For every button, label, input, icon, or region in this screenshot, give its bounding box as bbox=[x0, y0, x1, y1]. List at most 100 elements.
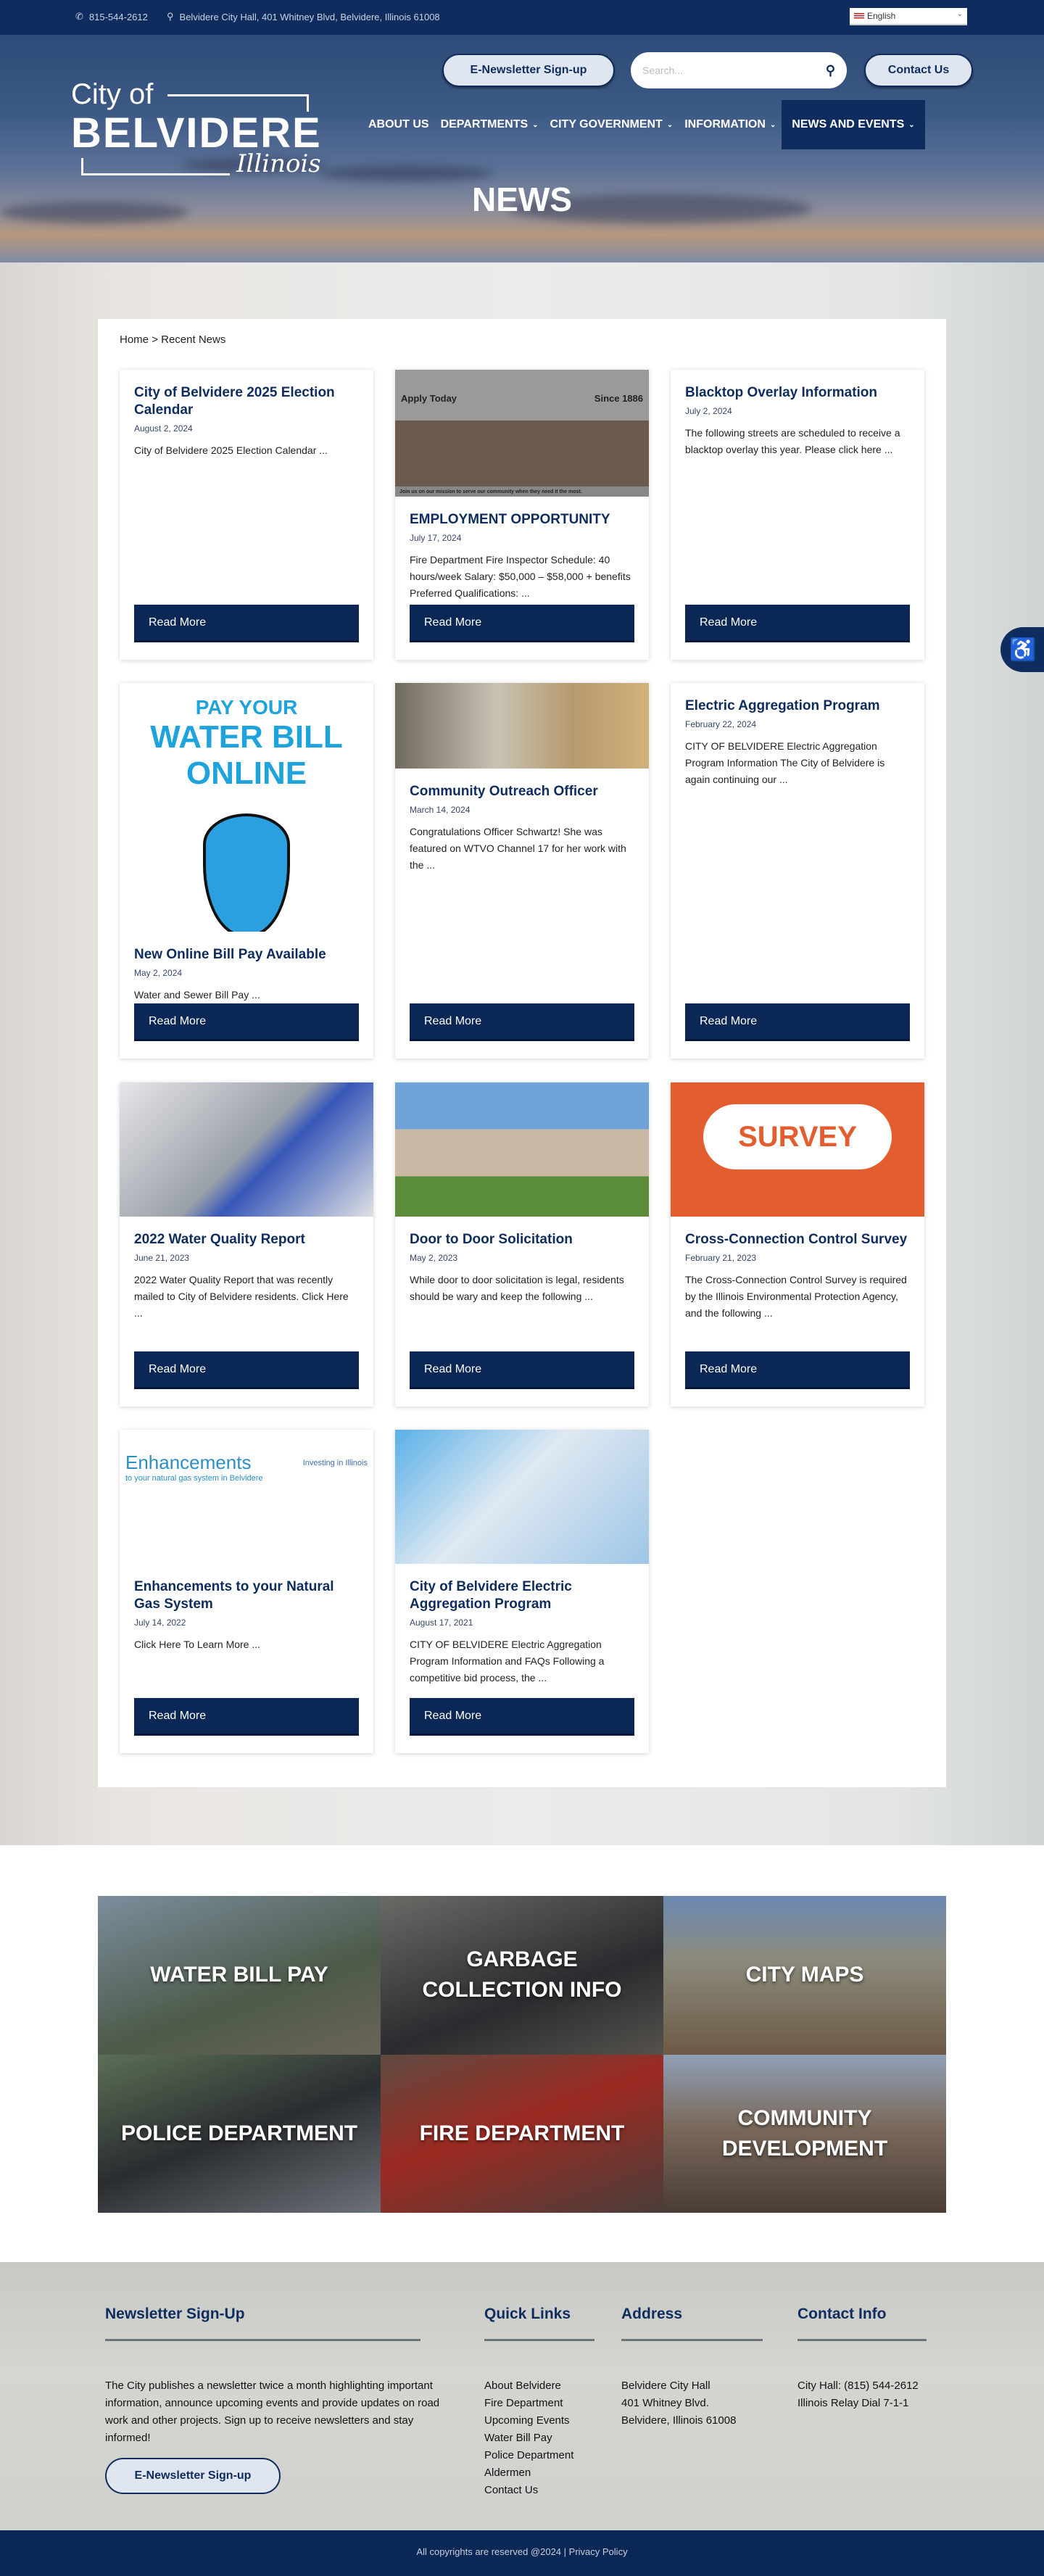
fire-department-banner-image[interactable]: Apply Today Since 1886 Join us on our miss… bbox=[395, 370, 649, 497]
news-card: PAY YOUR WATER BILL ONLINE New Online Bill… bbox=[120, 683, 373, 1059]
card-title[interactable]: City of Belvidere 2025 Election Calendar bbox=[134, 384, 359, 419]
footer-heading: Quick Links bbox=[484, 2306, 571, 2322]
tile-fire-department[interactable]: FIRE DEPARTMENT bbox=[381, 2054, 663, 2213]
copyright-bar: All copyrights are reserved @2024 | Priv… bbox=[0, 2530, 1044, 2576]
nav-city-government[interactable]: CITY GOVERNMENT ⌄ bbox=[544, 100, 679, 149]
breadcrumb-separator: > bbox=[152, 334, 158, 346]
chevron-down-icon: ⌄ bbox=[908, 120, 915, 129]
card-date: August 2, 2024 bbox=[134, 423, 193, 434]
nav-departments[interactable]: DEPARTMENTS ⌄ bbox=[435, 100, 544, 149]
phone-icon: ✆ bbox=[75, 11, 83, 22]
footer-contact: Contact Info City Hall: (815) 544-2612 I… bbox=[798, 2306, 927, 2412]
privacy-policy-link[interactable]: Privacy Policy bbox=[569, 2546, 628, 2557]
accessibility-icon: ♿ bbox=[1009, 637, 1037, 662]
news-card: City of Belvidere 2025 Election Calendar… bbox=[120, 370, 373, 660]
footer-quick-links: Quick Links About Belvidere Fire Departm… bbox=[484, 2306, 594, 2499]
chevron-down-icon: ⌄ bbox=[666, 120, 674, 129]
card-title[interactable]: Community Outreach Officer bbox=[410, 783, 634, 800]
footer-link[interactable]: About Belvidere bbox=[484, 2377, 594, 2395]
news-card: Enhancements to your natural gas system i… bbox=[120, 1430, 373, 1753]
phone-number: 815-544-2612 bbox=[88, 11, 148, 22]
footer-newsletter-signup-button[interactable]: E-Newsletter Sign-up bbox=[105, 2458, 281, 2494]
address-link[interactable]: ⚲ Belvidere City Hall, 401 Whitney Blvd, … bbox=[167, 11, 440, 22]
news-card: City of Belvidere Electric Aggregation P… bbox=[395, 1430, 649, 1753]
read-more-button[interactable]: Read More bbox=[685, 1003, 910, 1041]
language-value: English bbox=[867, 11, 896, 21]
nav-label: NEWS AND EVENTS bbox=[792, 118, 905, 131]
read-more-button[interactable]: Read More bbox=[134, 1351, 359, 1389]
contact-us-button[interactable]: Contact Us bbox=[864, 54, 973, 87]
contact-line: City Hall: (815) 544-2612 bbox=[798, 2380, 919, 2392]
footer-link[interactable]: Water Bill Pay bbox=[484, 2430, 594, 2447]
tile-label: FIRE DEPARTMENT bbox=[419, 2121, 625, 2145]
footer-link[interactable]: Fire Department bbox=[484, 2395, 594, 2412]
accessibility-button[interactable]: ♿ bbox=[1000, 627, 1044, 672]
nav-about-us[interactable]: ABOUT US bbox=[362, 100, 435, 149]
card-excerpt: The following streets are scheduled to r… bbox=[685, 427, 900, 455]
read-more-button[interactable]: Read More bbox=[410, 1698, 634, 1736]
card-excerpt: Congratulations Officer Schwartz! She wa… bbox=[410, 826, 626, 871]
footer-link[interactable]: Aldermen bbox=[484, 2464, 594, 2482]
breadcrumb: Home > Recent News bbox=[120, 334, 225, 346]
calculator-bulb-photo-image[interactable] bbox=[395, 1430, 649, 1564]
search-icon[interactable]: ⚲ bbox=[826, 63, 835, 78]
newsletter-signup-button[interactable]: E-Newsletter Sign-up bbox=[442, 54, 615, 87]
card-title[interactable]: Cross-Connection Control Survey bbox=[685, 1231, 910, 1248]
news-card: Community Outreach Officer March 14, 2024… bbox=[395, 683, 649, 1059]
footer-link[interactable]: Upcoming Events bbox=[484, 2412, 594, 2430]
nav-information[interactable]: INFORMATION ⌄ bbox=[679, 100, 782, 149]
read-more-button[interactable]: Read More bbox=[410, 1003, 634, 1041]
quick-access-tiles: WATER BILL PAY GARBAGE COLLECTION INFO C… bbox=[98, 1896, 946, 2213]
card-title[interactable]: EMPLOYMENT OPPORTUNITY bbox=[410, 511, 634, 529]
tile-garbage-collection[interactable]: GARBAGE COLLECTION INFO bbox=[381, 1896, 663, 2055]
footer-link[interactable]: Police Department bbox=[484, 2447, 594, 2464]
read-more-button[interactable]: Read More bbox=[134, 605, 359, 642]
footer-link[interactable]: Contact Us bbox=[484, 2482, 594, 2499]
footer-address: Address Belvidere City Hall 401 Whitney … bbox=[621, 2306, 763, 2430]
read-more-button[interactable]: Read More bbox=[410, 605, 634, 642]
news-card: Blacktop Overlay Information July 2, 2024… bbox=[671, 370, 924, 660]
tile-label: GARBAGE COLLECTION INFO bbox=[422, 1947, 622, 2003]
page-title: NEWS bbox=[472, 181, 572, 218]
card-date: July 2, 2024 bbox=[685, 406, 732, 416]
card-title[interactable]: Electric Aggregation Program bbox=[685, 697, 910, 715]
read-more-button[interactable]: Read More bbox=[134, 1698, 359, 1736]
nav-news-and-events[interactable]: NEWS AND EVENTS ⌄ bbox=[782, 100, 925, 149]
card-excerpt: City of Belvidere 2025 Election Calendar… bbox=[134, 444, 328, 456]
card-title[interactable]: Blacktop Overlay Information bbox=[685, 384, 910, 402]
language-select[interactable]: English ⌄ bbox=[850, 8, 967, 25]
tile-city-maps[interactable]: CITY MAPS bbox=[663, 1896, 946, 2055]
tile-police-department[interactable]: POLICE DEPARTMENT bbox=[98, 2054, 381, 2213]
read-more-button[interactable]: Read More bbox=[410, 1351, 634, 1389]
card-date: July 14, 2022 bbox=[134, 1618, 186, 1628]
news-card: Apply Today Since 1886 Join us on our miss… bbox=[395, 370, 649, 660]
read-more-button[interactable]: Read More bbox=[134, 1003, 359, 1041]
news-card: 2022 Water Quality Report June 21, 2023 20… bbox=[120, 1082, 373, 1407]
classroom-photo-image[interactable] bbox=[395, 683, 649, 769]
water-bill-drop-image[interactable]: PAY YOUR WATER BILL ONLINE bbox=[120, 683, 373, 932]
card-excerpt: Water and Sewer Bill Pay ... bbox=[134, 989, 260, 1001]
water-test-tube-photo-image[interactable] bbox=[120, 1082, 373, 1217]
card-title[interactable]: Door to Door Solicitation bbox=[410, 1231, 634, 1248]
chevron-down-icon: ⌄ bbox=[532, 120, 539, 129]
tile-water-bill-pay[interactable]: WATER BILL PAY bbox=[98, 1896, 381, 2055]
house-photo-image[interactable] bbox=[395, 1082, 649, 1217]
enhancements-flyer-image[interactable]: Enhancements to your natural gas system i… bbox=[120, 1430, 373, 1564]
breadcrumb-home[interactable]: Home bbox=[120, 334, 149, 346]
search-input[interactable] bbox=[642, 65, 826, 76]
card-title[interactable]: New Online Bill Pay Available bbox=[134, 946, 359, 964]
read-more-button[interactable]: Read More bbox=[685, 605, 910, 642]
card-title[interactable]: Enhancements to your Natural Gas System bbox=[134, 1578, 359, 1613]
news-card: Electric Aggregation Program February 22,… bbox=[671, 683, 924, 1059]
chevron-down-icon: ⌄ bbox=[956, 10, 963, 18]
read-more-button[interactable]: Read More bbox=[685, 1351, 910, 1389]
survey-bubble-image[interactable]: SURVEY bbox=[671, 1082, 924, 1217]
tile-label: POLICE DEPARTMENT bbox=[120, 2121, 358, 2145]
card-title[interactable]: 2022 Water Quality Report bbox=[134, 1231, 359, 1248]
chevron-down-icon: ⌄ bbox=[769, 120, 776, 129]
city-logo[interactable]: City of BELVIDERE Illinois bbox=[71, 78, 328, 180]
card-date: August 17, 2021 bbox=[410, 1618, 473, 1628]
phone-link[interactable]: ✆ 815-544-2612 bbox=[75, 11, 148, 22]
card-title[interactable]: City of Belvidere Electric Aggregation P… bbox=[410, 1578, 634, 1613]
tile-community-development[interactable]: COMMUNITY DEVELOPMENT bbox=[663, 2054, 946, 2213]
